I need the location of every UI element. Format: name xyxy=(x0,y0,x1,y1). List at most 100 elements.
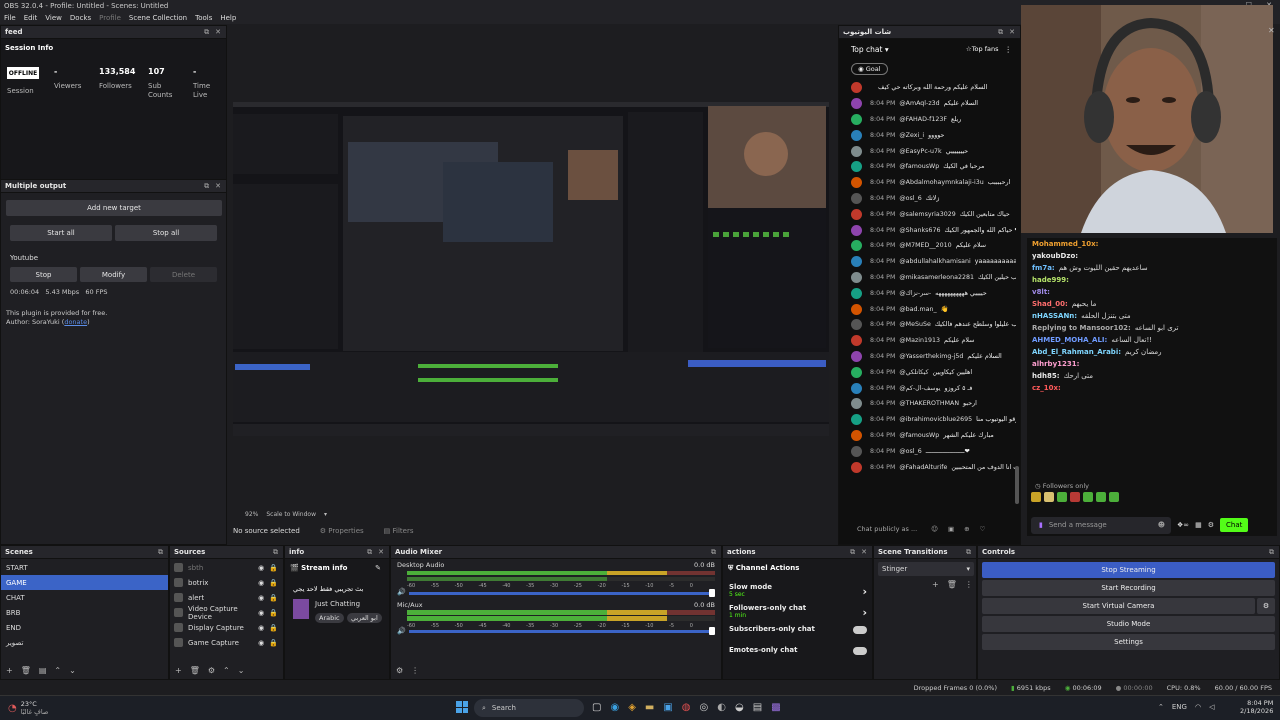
terminal-icon[interactable]: ▤ xyxy=(753,702,762,713)
close-icon[interactable]: ✕ xyxy=(378,548,384,557)
message-author[interactable]: @AmAql-z3d xyxy=(899,100,939,107)
toggle-switch[interactable] xyxy=(853,626,867,634)
file-explorer-icon[interactable]: ▬ xyxy=(645,702,654,713)
menu-scene-collection[interactable]: Scene Collection xyxy=(129,14,187,22)
message-author[interactable]: @famousWp xyxy=(899,432,939,439)
emote-icon[interactable] xyxy=(1044,492,1054,502)
source-item[interactable]: botrix ◉ 🔒 xyxy=(170,575,283,590)
gear-icon[interactable]: ⚙ xyxy=(1208,521,1214,529)
lock-icon[interactable]: 🔒 xyxy=(269,579,278,587)
float-icon[interactable]: ⧉ xyxy=(711,548,716,557)
chat-message[interactable]: 8:04 PM @يوسف-ال-كم فـ ٥ كروزو xyxy=(851,380,1016,396)
chat-message[interactable]: 8:04 PM @famousWp مبارك عليكم الشهر xyxy=(851,428,1016,444)
visibility-icon[interactable]: ◉ xyxy=(258,609,264,617)
visibility-icon[interactable]: ◉ xyxy=(258,639,264,647)
action-item[interactable]: Emotes-only chat xyxy=(729,646,869,667)
message-author[interactable]: @bad.man_ xyxy=(899,306,936,313)
avatar[interactable] xyxy=(851,366,862,378)
message-author[interactable]: @FahadAlturife xyxy=(899,464,947,471)
twitch-username[interactable]: AHMED_MOHA_ALI: xyxy=(1032,336,1107,344)
twitch-username[interactable]: cz_10x: xyxy=(1032,384,1061,392)
stop-streaming-button[interactable]: Stop Streaming xyxy=(982,562,1275,578)
menu-profile[interactable]: Profile xyxy=(99,14,121,22)
twitch-username[interactable]: hdh85: xyxy=(1032,372,1060,380)
transition-select[interactable]: Stinger ▾ xyxy=(878,562,974,576)
add-icon[interactable]: + xyxy=(6,666,13,675)
twitch-message[interactable]: Replying to Mansoor102: ترى ابو الساعه xyxy=(1032,324,1272,333)
heart-icon[interactable]: ♡ xyxy=(980,525,986,533)
lock-icon[interactable]: 🔒 xyxy=(269,624,278,632)
float-icon[interactable]: ⧉ xyxy=(966,548,971,557)
down-arrow-icon[interactable]: ⌄ xyxy=(238,666,245,675)
message-author[interactable]: @Mazin1913 xyxy=(899,337,940,344)
avatar[interactable] xyxy=(851,161,862,173)
chat-message[interactable]: 8:04 PM @FAHAD-f123F ريلع xyxy=(851,112,1016,128)
scene-filter-icon[interactable]: ▤ xyxy=(39,666,47,675)
close-icon[interactable]: ✕ xyxy=(861,548,867,557)
lock-icon[interactable]: 🔒 xyxy=(269,594,278,602)
message-author[interactable]: @M7MED__2010 xyxy=(899,242,951,249)
top-fans-button[interactable]: ☆Top fans xyxy=(966,45,999,53)
source-item[interactable]: alert ◉ 🔒 xyxy=(170,590,283,605)
toggle-switch[interactable] xyxy=(853,647,867,655)
start-recording-button[interactable]: Start Recording xyxy=(982,580,1275,596)
avatar[interactable] xyxy=(851,398,862,410)
program-preview[interactable] xyxy=(233,102,829,436)
action-item[interactable]: Slow mode 5 sec › xyxy=(729,583,869,604)
emote-icon[interactable] xyxy=(1057,492,1067,502)
message-author[interactable]: @Zexi_i xyxy=(899,132,924,139)
taskbar-search[interactable]: ⌕ Search xyxy=(474,699,584,717)
chevron-right-icon[interactable]: › xyxy=(862,606,867,619)
source-item[interactable]: Game Capture ◉ 🔒 xyxy=(170,635,283,650)
trash-icon[interactable]: 🗑 xyxy=(947,580,957,589)
float-icon[interactable]: ⧉ xyxy=(204,28,209,37)
twitch-username[interactable]: nHASSANn: xyxy=(1032,312,1077,320)
more-options-icon[interactable]: ⋮ xyxy=(411,666,419,675)
chat-message[interactable]: 8:04 PM @كيكاتلكي اهليين كيكاويين xyxy=(851,364,1016,380)
properties-button[interactable]: ⚙ Properties xyxy=(320,527,364,535)
chat-message[interactable]: 8:04 PM@mikasamerleona2281 ارحب حيلين الك… xyxy=(851,270,1016,286)
avatar[interactable] xyxy=(851,350,862,362)
message-author[interactable]: @سر-نزاك- xyxy=(899,290,931,297)
more-options-icon[interactable]: ⋮ xyxy=(1005,45,1013,54)
emote-icon[interactable] xyxy=(1096,492,1106,502)
float-icon[interactable]: ⧉ xyxy=(204,182,209,191)
message-author[interactable]: @famousWp xyxy=(899,163,939,170)
scene-item[interactable]: CHAT xyxy=(1,590,168,605)
twitch-message[interactable]: Shad_00: ما يحبهم xyxy=(1032,300,1272,309)
points-icon[interactable]: ❖∞ xyxy=(1177,521,1189,529)
copilot-icon[interactable]: ◈ xyxy=(628,702,636,713)
delete-target-button[interactable]: Delete xyxy=(150,267,217,282)
chat-message[interactable]: 8:04 PM @سر-نزاك- حييييي ههههههههههه xyxy=(851,285,1016,301)
action-item[interactable]: Followers-only chat 1 min › xyxy=(729,604,869,625)
avatar[interactable] xyxy=(851,177,862,189)
message-author[interactable]: @ibrahimovicblue2695 xyxy=(899,416,972,423)
speaker-icon[interactable]: 🔊 xyxy=(397,627,406,635)
twitch-message[interactable]: v8lt: xyxy=(1032,288,1272,297)
start-all-button[interactable]: Start all xyxy=(10,225,112,241)
source-item[interactable]: sbth ◉ 🔒 xyxy=(170,560,283,575)
float-icon[interactable]: ⧉ xyxy=(158,548,163,557)
chat-message[interactable]: 8:04 PM @M7MED__2010 سلام عليكم xyxy=(851,238,1016,254)
weather-widget[interactable]: ◔ 23°C صافٍ غالبًا xyxy=(8,700,48,716)
twitch-send-input[interactable]: ▮ Send a message ☻ xyxy=(1031,516,1171,534)
message-author[interactable]: @EasyPc-u7k xyxy=(899,148,941,155)
menu-docks[interactable]: Docks xyxy=(70,14,91,22)
close-icon[interactable]: ✕ xyxy=(215,182,221,191)
scene-item[interactable]: GAME xyxy=(1,575,168,590)
twitch-username[interactable]: Replying to Mansoor102: xyxy=(1032,324,1131,332)
twitch-username[interactable]: yakoubDzo: xyxy=(1032,252,1078,260)
chrome-icon[interactable]: ◍ xyxy=(682,702,691,713)
gift-icon[interactable]: ▣ xyxy=(948,525,954,533)
message-author[interactable]: @MeSuSe xyxy=(899,321,930,328)
studio-mode-button[interactable]: Studio Mode xyxy=(982,616,1275,632)
avatar[interactable] xyxy=(851,113,862,125)
chat-message[interactable]: 8:04 PM @osl_6 زلاتك xyxy=(851,191,1016,207)
discord-icon[interactable]: ◐ xyxy=(717,702,726,713)
twitch-message[interactable]: hade999: xyxy=(1032,276,1272,285)
add-new-target-button[interactable]: Add new target xyxy=(6,200,222,216)
emote-icon[interactable] xyxy=(1031,492,1041,502)
up-arrow-icon[interactable]: ⌃ xyxy=(223,666,230,675)
top-chat-dropdown[interactable]: Top chat ▾ xyxy=(851,45,889,54)
message-author[interactable]: @salemsyria3029 xyxy=(899,211,955,218)
